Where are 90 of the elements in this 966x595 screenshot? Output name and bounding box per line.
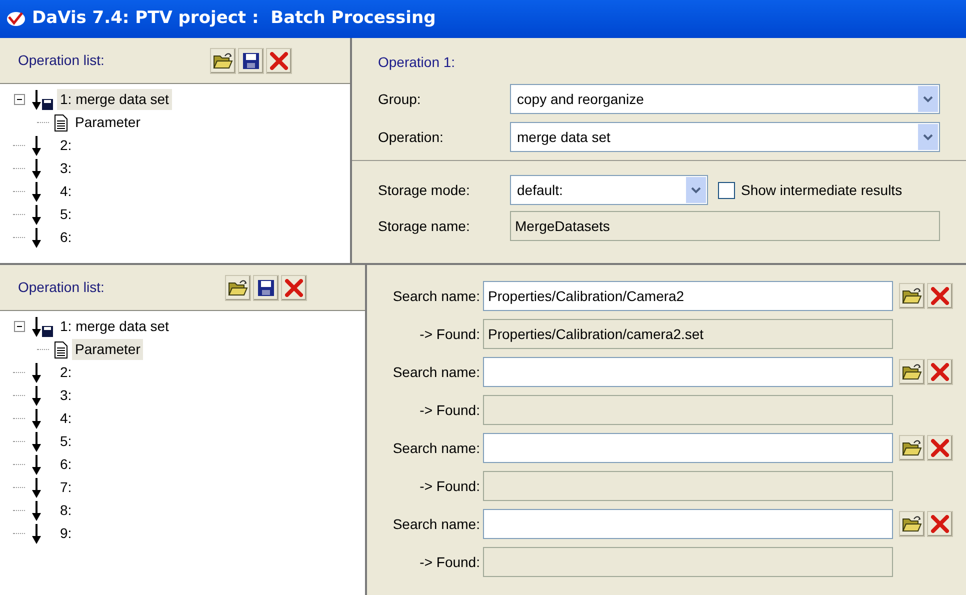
down-arrow-icon <box>32 408 41 428</box>
clear-button[interactable] <box>927 435 953 461</box>
open-folder-icon <box>902 287 922 305</box>
search-name-field[interactable] <box>483 509 893 539</box>
tree-item[interactable]: Parameter <box>72 112 144 133</box>
delete-cross-icon <box>285 278 303 296</box>
found-field: Properties/Calibration/camera2.set <box>483 319 893 349</box>
down-arrow-icon <box>32 478 41 498</box>
save-button[interactable] <box>253 274 279 300</box>
open-folder-icon <box>902 363 922 381</box>
field-label: Storage mode: <box>378 180 471 200</box>
down-arrow-icon <box>32 432 41 452</box>
clear-button[interactable] <box>927 359 953 385</box>
field-label: Operation: <box>378 128 444 147</box>
save-button[interactable] <box>238 48 264 74</box>
delete-button[interactable] <box>266 48 292 74</box>
tree-item[interactable]: 1: merge data set <box>57 316 172 337</box>
browse-button[interactable] <box>899 511 925 537</box>
delete-cross-icon <box>931 363 949 381</box>
window-title: DaVis 7.4: PTV project : Batch Processing <box>32 7 436 30</box>
search-name-field[interactable] <box>483 357 893 387</box>
field-label: -> Found: <box>418 552 481 572</box>
tree-item[interactable]: 3: <box>57 158 75 179</box>
down-arrow-icon <box>32 136 41 156</box>
delete-cross-icon <box>931 515 949 533</box>
browse-button[interactable] <box>899 283 925 309</box>
field-label: -> Found: <box>418 400 481 420</box>
tree-item[interactable]: 2: <box>57 362 75 383</box>
operation-list-label: Operation list: <box>18 278 104 297</box>
operation-heading: Operation 1: <box>378 53 456 72</box>
delete-cross-icon <box>931 287 949 305</box>
down-arrow-icon <box>32 204 41 224</box>
down-arrow-icon <box>32 316 41 336</box>
clear-button[interactable] <box>927 283 953 309</box>
down-arrow-icon <box>32 228 41 248</box>
field-label: Show intermediate results <box>741 180 902 200</box>
tree-item[interactable]: 2: <box>57 135 75 156</box>
group-dropdown[interactable]: copy and reorganize <box>510 84 940 114</box>
clear-button[interactable] <box>927 511 953 537</box>
tree-item[interactable]: 8: <box>57 500 75 521</box>
document-icon <box>54 340 68 358</box>
collapse-toggle[interactable] <box>14 321 24 332</box>
tree-item[interactable]: Parameter <box>72 339 144 360</box>
tree-item[interactable]: 4: <box>57 181 75 202</box>
search-name-field[interactable] <box>483 433 893 463</box>
tree-item[interactable]: 6: <box>57 227 75 248</box>
document-icon <box>54 114 68 132</box>
down-arrow-icon <box>32 362 41 382</box>
down-arrow-icon <box>32 454 41 474</box>
field-label: Search name: <box>392 286 481 306</box>
field-label: Search name: <box>392 514 481 534</box>
checkbox[interactable] <box>718 182 735 198</box>
open-folder-icon <box>213 52 233 70</box>
field-label: Search name: <box>392 438 481 458</box>
delete-button[interactable] <box>281 274 307 300</box>
tree-item[interactable]: 3: <box>57 385 75 406</box>
operation-list-label: Operation list: <box>18 51 104 70</box>
field-label: Group: <box>378 90 422 109</box>
collapse-toggle[interactable] <box>14 94 24 105</box>
down-arrow-icon <box>32 158 41 178</box>
field-label: -> Found: <box>418 324 481 344</box>
storage-name-field[interactable]: MergeDatasets <box>510 211 940 241</box>
field-label: -> Found: <box>418 476 481 496</box>
field-label: Search name: <box>392 362 481 382</box>
open-button[interactable] <box>225 274 251 300</box>
browse-button[interactable] <box>899 359 925 385</box>
down-arrow-icon <box>32 182 41 202</box>
down-arrow-icon <box>32 90 41 110</box>
open-folder-icon <box>902 439 922 457</box>
app-logo-icon <box>6 10 26 28</box>
tree-item[interactable]: 1: merge data set <box>57 89 172 110</box>
down-arrow-icon <box>32 500 41 520</box>
down-arrow-icon <box>32 524 41 544</box>
delete-cross-icon <box>270 52 288 70</box>
tree-item[interactable]: 9: <box>57 523 75 544</box>
tree-item[interactable]: 4: <box>57 408 75 429</box>
field-label: Storage name: <box>378 216 471 236</box>
browse-button[interactable] <box>899 435 925 461</box>
open-folder-icon <box>902 515 922 533</box>
open-button[interactable] <box>210 48 236 74</box>
open-folder-icon <box>228 278 248 296</box>
tree-item[interactable]: 5: <box>57 204 75 225</box>
tree-item[interactable]: 6: <box>57 454 75 475</box>
tree-item[interactable]: 7: <box>57 477 75 498</box>
operation-dropdown[interactable]: merge data set <box>510 122 940 152</box>
down-arrow-icon <box>32 386 41 406</box>
tree-item[interactable]: 5: <box>57 431 75 452</box>
search-name-field[interactable]: Properties/Calibration/Camera2 <box>483 281 893 311</box>
delete-cross-icon <box>931 439 949 457</box>
storage-mode-dropdown[interactable]: default: <box>510 175 708 205</box>
